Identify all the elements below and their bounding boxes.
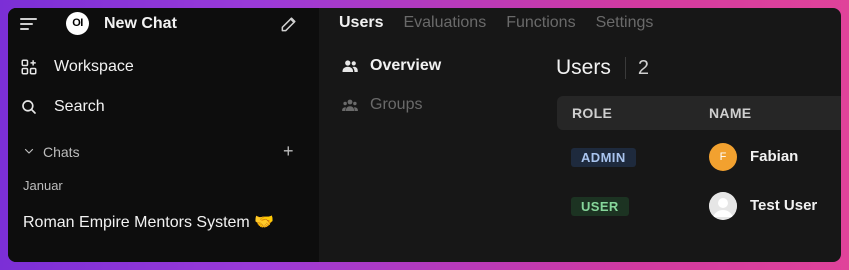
search-icon (22, 100, 36, 114)
tab-functions[interactable]: Functions (506, 14, 575, 32)
users-icon (342, 60, 358, 72)
sidebar-item-label: Workspace (54, 58, 134, 75)
table-header: ROLE NAME (557, 96, 841, 130)
chats-section-header[interactable]: Chats + (8, 141, 319, 163)
user-name: Fabian (750, 148, 799, 165)
app-logo[interactable]: OI (66, 12, 89, 35)
workspace-icon (21, 59, 37, 75)
sidebar-item-search[interactable]: Search (8, 94, 319, 120)
table-row: ADMIN F Fabian (557, 140, 841, 174)
menu-icon[interactable] (20, 18, 37, 30)
subnav-groups[interactable]: Groups (341, 93, 422, 117)
user-name: Test User (750, 197, 818, 214)
tab-users[interactable]: Users (339, 14, 383, 32)
subnav-label: Groups (370, 96, 423, 113)
role-badge[interactable]: ADMIN (571, 148, 636, 167)
avatar (709, 192, 737, 220)
edit-icon[interactable] (279, 14, 299, 34)
subnav-overview[interactable]: Overview (341, 54, 441, 78)
subnav-label: Overview (370, 57, 442, 74)
column-header-name[interactable]: NAME (709, 105, 751, 121)
main-panel: Users Evaluations Functions Settings Ove… (319, 8, 841, 262)
page-title: Users (556, 56, 611, 79)
role-badge[interactable]: USER (571, 197, 629, 216)
user-count: 2 (637, 56, 649, 79)
groups-icon (342, 99, 358, 111)
sidebar-item-workspace[interactable]: Workspace (8, 54, 319, 80)
default-avatar-icon (709, 192, 737, 220)
tab-settings[interactable]: Settings (596, 14, 654, 32)
users-heading: Users 2 (556, 56, 649, 80)
new-chat-button[interactable]: New Chat (104, 15, 177, 33)
chat-list-item[interactable]: Roman Empire Mentors System 🤝 (23, 212, 274, 232)
sidebar: OI New Chat Workspace Search Chats + Jan… (8, 8, 319, 262)
chats-label: Chats (43, 144, 80, 160)
add-chat-button[interactable]: + (283, 142, 294, 160)
table-row: USER Test User (557, 189, 841, 223)
tab-evaluations[interactable]: Evaluations (403, 14, 486, 32)
app-window: OI New Chat Workspace Search Chats + Jan… (8, 8, 841, 262)
column-header-role[interactable]: ROLE (572, 105, 612, 121)
admin-tabs: Users Evaluations Functions Settings (339, 14, 653, 32)
heading-divider (624, 57, 626, 79)
chevron-down-icon (24, 148, 34, 154)
avatar: F (709, 143, 737, 171)
chat-group-label: Januar (23, 178, 63, 193)
sidebar-item-label: Search (54, 98, 105, 115)
sidebar-header: OI New Chat (8, 8, 319, 40)
